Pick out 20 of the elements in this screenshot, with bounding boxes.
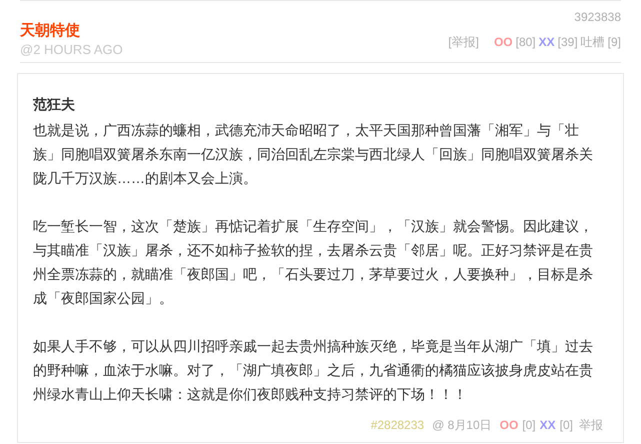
comment-paragraph: 也就是说，广西冻蒜的蠊相，武德充沛天命昭昭了，太平天国那种曾国藩「湘军」与「壮族」同胞唱双簧屠杀东南一亿汉族，同治回乱左宗棠与西北绿人「回族」同胞唱双簧屠杀关陇几千万汉族……的剧本又会上演。 — [33, 121, 594, 188]
comment-date: @ 8月10日 — [432, 417, 492, 434]
author-name: 天朝特使 — [20, 21, 81, 41]
comment-number: #2828233 — [370, 417, 424, 434]
report-link[interactable]: [举报] — [448, 33, 479, 51]
report-link[interactable]: 举报 — [579, 416, 603, 434]
comment-paragraph: 吃一堑长一智，这次「楚族」再惦记着扩展「生存空间」，「汉族」就会警惕。因此建议，与其瞄准「汉族」屠杀，还不如柿子捡软的捏，去屠杀云贵「邻居」呢。正好习禁评是在贵州全票冻蒜的，就瞄准「夜郎国」吧，「石头要过刀，茅草要过火，人要换种」，目标是杀成「夜郎国家公园」。 — [33, 217, 594, 308]
vote-count: [0] — [522, 417, 536, 434]
vote-count: [80] — [516, 34, 536, 51]
oo-vote-link[interactable]: OO — [500, 416, 518, 434]
comments-link[interactable]: 吐槽 — [580, 33, 605, 51]
xx-vote-link[interactable]: XX — [538, 33, 555, 51]
comment-paragraph: 如果人手不够，可以从四川招呼亲戚一起去贵州搞种族灭绝，毕竟是当年从湖广「填」过去的野种嘛，血浓于水嘛。对了，「湖广填夜郎」之后，九省通衢的橘猫应该披身虎皮站在贵州绿水青山上仰天长啸：这就是你们夜郎贱种支持习禁评的下场！！！ — [33, 337, 594, 404]
oo-vote-link[interactable]: OO — [494, 33, 513, 51]
vote-count: [9] — [608, 34, 621, 51]
commenter-name: 范狂夫 — [33, 95, 76, 114]
xx-vote-link[interactable]: XX — [540, 416, 556, 434]
vote-count: [0] — [560, 417, 573, 434]
post-number: 3923838 — [574, 9, 621, 25]
vote-count: [39] — [558, 34, 578, 51]
